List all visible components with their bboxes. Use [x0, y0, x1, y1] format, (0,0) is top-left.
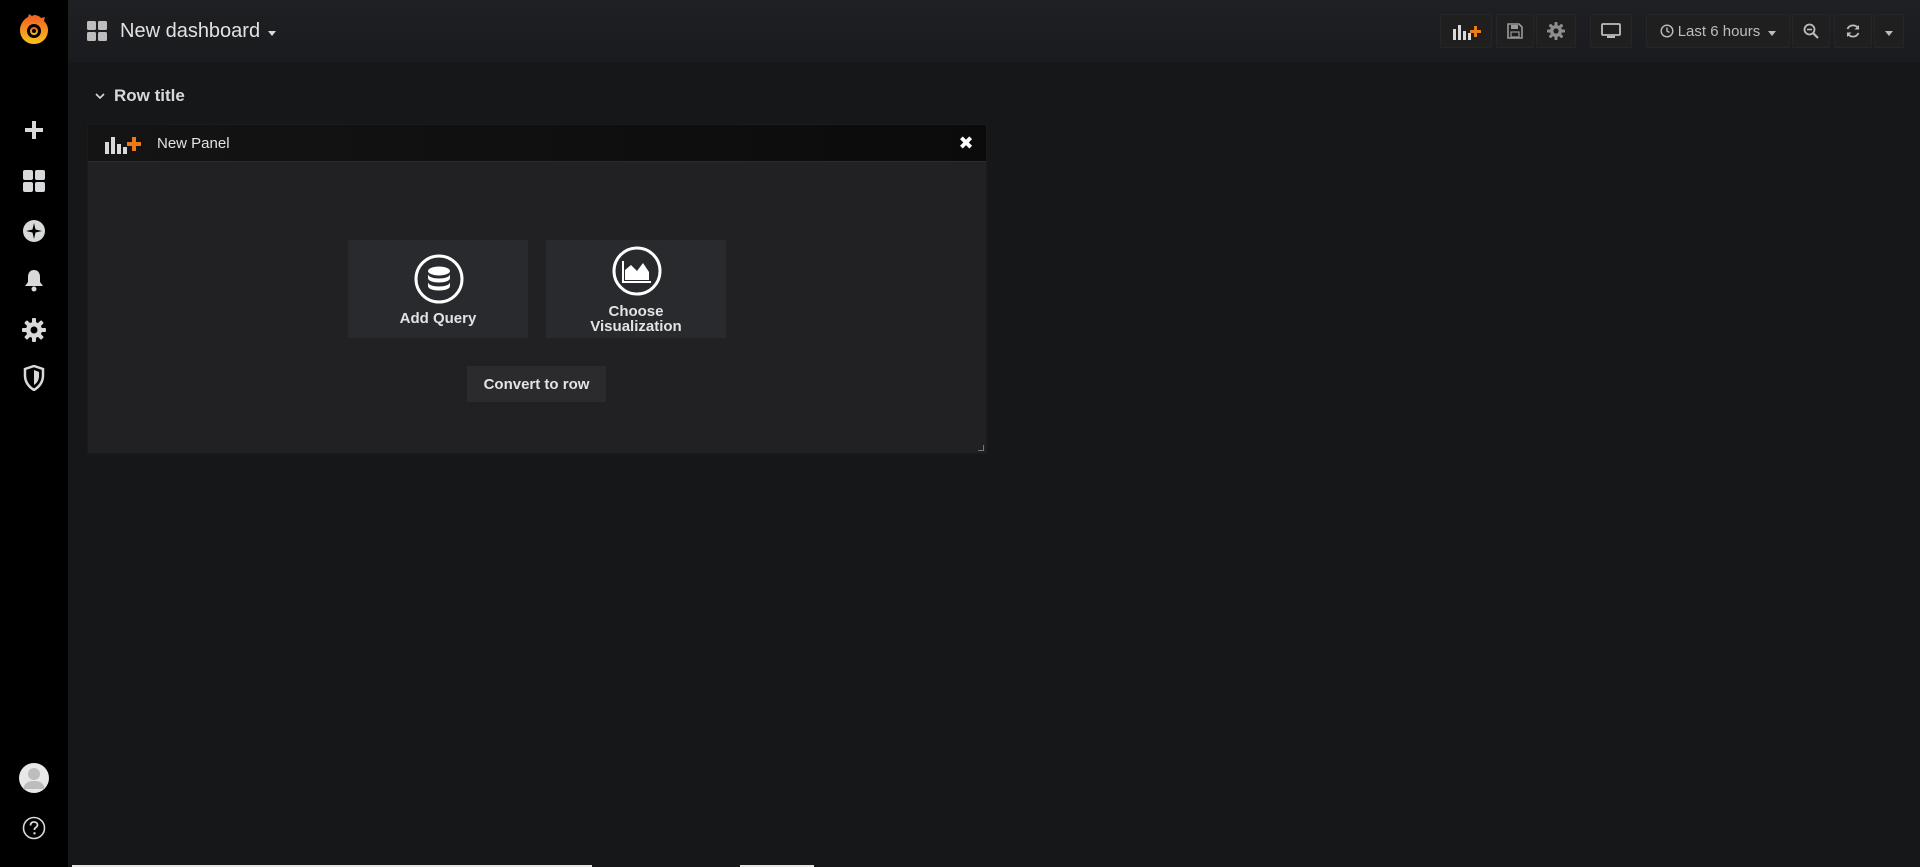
dashboard-navbar: New dashboard Last 6 hours	[68, 0, 1920, 62]
database-icon	[414, 254, 464, 304]
chevron-down-icon	[95, 93, 105, 100]
plus-icon[interactable]	[0, 110, 68, 150]
gear-icon	[1547, 22, 1565, 40]
save-icon	[1507, 23, 1523, 39]
refresh-interval-dropdown[interactable]	[1874, 14, 1904, 48]
bell-icon[interactable]	[0, 260, 68, 300]
dashboard-picker[interactable]: New dashboard	[86, 16, 277, 46]
time-range-label: Last 6 hours	[1677, 22, 1761, 40]
area-chart-icon	[612, 246, 662, 296]
settings-button[interactable]	[1536, 14, 1576, 48]
chevron-down-icon	[1885, 30, 1893, 36]
convert-to-row-button[interactable]: Convert to row	[466, 365, 607, 403]
refresh-icon	[1846, 24, 1860, 38]
row-title-text: Row title	[114, 86, 185, 105]
time-picker-button[interactable]: Last 6 hours	[1646, 14, 1790, 48]
grafana-logo-icon[interactable]	[0, 10, 68, 50]
choose-visualization-label-line1: Choose	[608, 303, 664, 320]
help-icon[interactable]	[0, 808, 68, 848]
add-panel-icon	[105, 137, 141, 154]
row-title[interactable]: Row title	[94, 84, 185, 108]
new-panel: New Panel ✖ Add Query Choose Visualizati…	[87, 124, 987, 454]
shield-icon[interactable]	[0, 358, 68, 398]
tv-icon	[1601, 23, 1621, 38]
add-query-button[interactable]: Add Query	[347, 239, 529, 339]
main-content: New dashboard Last 6 hours Row title New…	[68, 0, 1920, 867]
save-button[interactable]	[1496, 14, 1534, 48]
choose-visualization-button[interactable]: Choose Visualization	[545, 239, 727, 339]
dashboards-icon	[87, 21, 107, 41]
page-title: New dashboard	[120, 19, 261, 42]
sidebar	[0, 0, 68, 867]
tv-mode-button[interactable]	[1590, 14, 1632, 48]
panel-header: New Panel ✖	[88, 125, 986, 162]
add-panel-button[interactable]	[1440, 14, 1492, 48]
refresh-button[interactable]	[1834, 14, 1872, 48]
zoom-out-icon	[1803, 23, 1819, 39]
close-icon[interactable]: ✖	[956, 133, 976, 153]
add-panel-icon	[1453, 25, 1481, 40]
panel-title: New Panel	[157, 134, 230, 152]
resize-handle-icon[interactable]	[978, 445, 984, 451]
caret-down-icon	[268, 30, 277, 36]
zoom-out-button[interactable]	[1792, 14, 1830, 48]
choose-visualization-label-line2: Visualization	[590, 318, 682, 335]
add-query-label: Add Query	[399, 310, 477, 327]
gear-icon[interactable]	[0, 310, 68, 350]
explore-icon[interactable]	[0, 211, 68, 251]
clock-icon	[1660, 24, 1674, 38]
dashboards-icon[interactable]	[0, 161, 68, 201]
avatar-icon[interactable]	[0, 758, 68, 798]
caret-down-icon	[1768, 30, 1777, 36]
